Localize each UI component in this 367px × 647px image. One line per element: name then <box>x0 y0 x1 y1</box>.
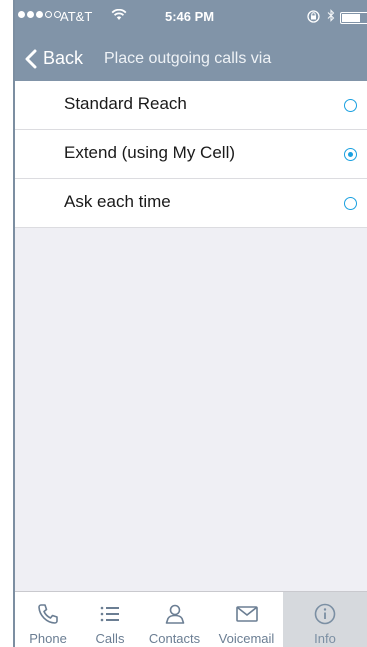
tab-label: Phone <box>29 631 67 646</box>
battery-level <box>342 14 360 22</box>
bluetooth-icon <box>327 9 335 25</box>
status-time: 5:46 PM <box>165 9 215 24</box>
app-screen: AT&T 5:46 PM Back Place outgoing calls v… <box>15 0 367 647</box>
option-ask-each-time[interactable]: Ask each time <box>15 179 367 228</box>
tab-bar: Phone Calls Contacts Voicemail Info <box>15 591 367 647</box>
phone-frame: AT&T 5:46 PM Back Place outgoing calls v… <box>0 0 367 647</box>
back-label: Back <box>43 48 84 68</box>
tab-label: Voicemail <box>218 631 275 646</box>
radio-button[interactable] <box>344 99 357 112</box>
tab-label: Calls <box>95 631 125 646</box>
orientation-lock-icon <box>307 10 320 26</box>
back-button[interactable]: Back <box>25 48 83 69</box>
header: AT&T 5:46 PM Back Place outgoing calls v… <box>15 0 367 81</box>
option-standard-reach[interactable]: Standard Reach <box>15 81 367 130</box>
signal-dot <box>36 11 43 18</box>
phone-icon <box>36 592 60 631</box>
page-title: Place outgoing calls via <box>104 50 272 67</box>
tab-calls[interactable]: Calls <box>81 592 139 647</box>
signal-dot <box>27 11 34 18</box>
signal-dot <box>18 11 25 18</box>
tab-label: Info <box>314 631 336 646</box>
tab-info[interactable]: Info <box>283 592 367 647</box>
radio-button[interactable] <box>344 197 357 210</box>
tab-label: Contacts <box>148 631 201 646</box>
battery-icon <box>340 12 367 24</box>
option-label: Extend (using My Cell) <box>64 143 236 162</box>
carrier-name: AT&T <box>60 9 93 24</box>
navigation-bar: Back Place outgoing calls via <box>15 40 367 81</box>
tab-contacts[interactable]: Contacts <box>139 592 210 647</box>
tab-voicemail[interactable]: Voicemail <box>210 592 283 647</box>
tab-phone[interactable]: Phone <box>15 592 81 647</box>
list-icon <box>98 592 122 631</box>
info-icon <box>313 592 337 631</box>
call-method-options: Standard Reach Extend (using My Cell) As… <box>15 81 367 228</box>
chevron-left-icon <box>25 49 37 69</box>
signal-strength-icon <box>18 11 61 18</box>
radio-button-selected[interactable] <box>344 148 357 161</box>
envelope-icon <box>234 592 260 631</box>
status-bar: AT&T 5:46 PM <box>15 0 367 40</box>
wifi-icon <box>111 8 127 24</box>
option-label: Standard Reach <box>64 94 187 113</box>
option-extend-my-cell[interactable]: Extend (using My Cell) <box>15 130 367 179</box>
contact-icon <box>163 592 187 631</box>
signal-dot <box>45 11 52 18</box>
option-label: Ask each time <box>64 192 171 211</box>
